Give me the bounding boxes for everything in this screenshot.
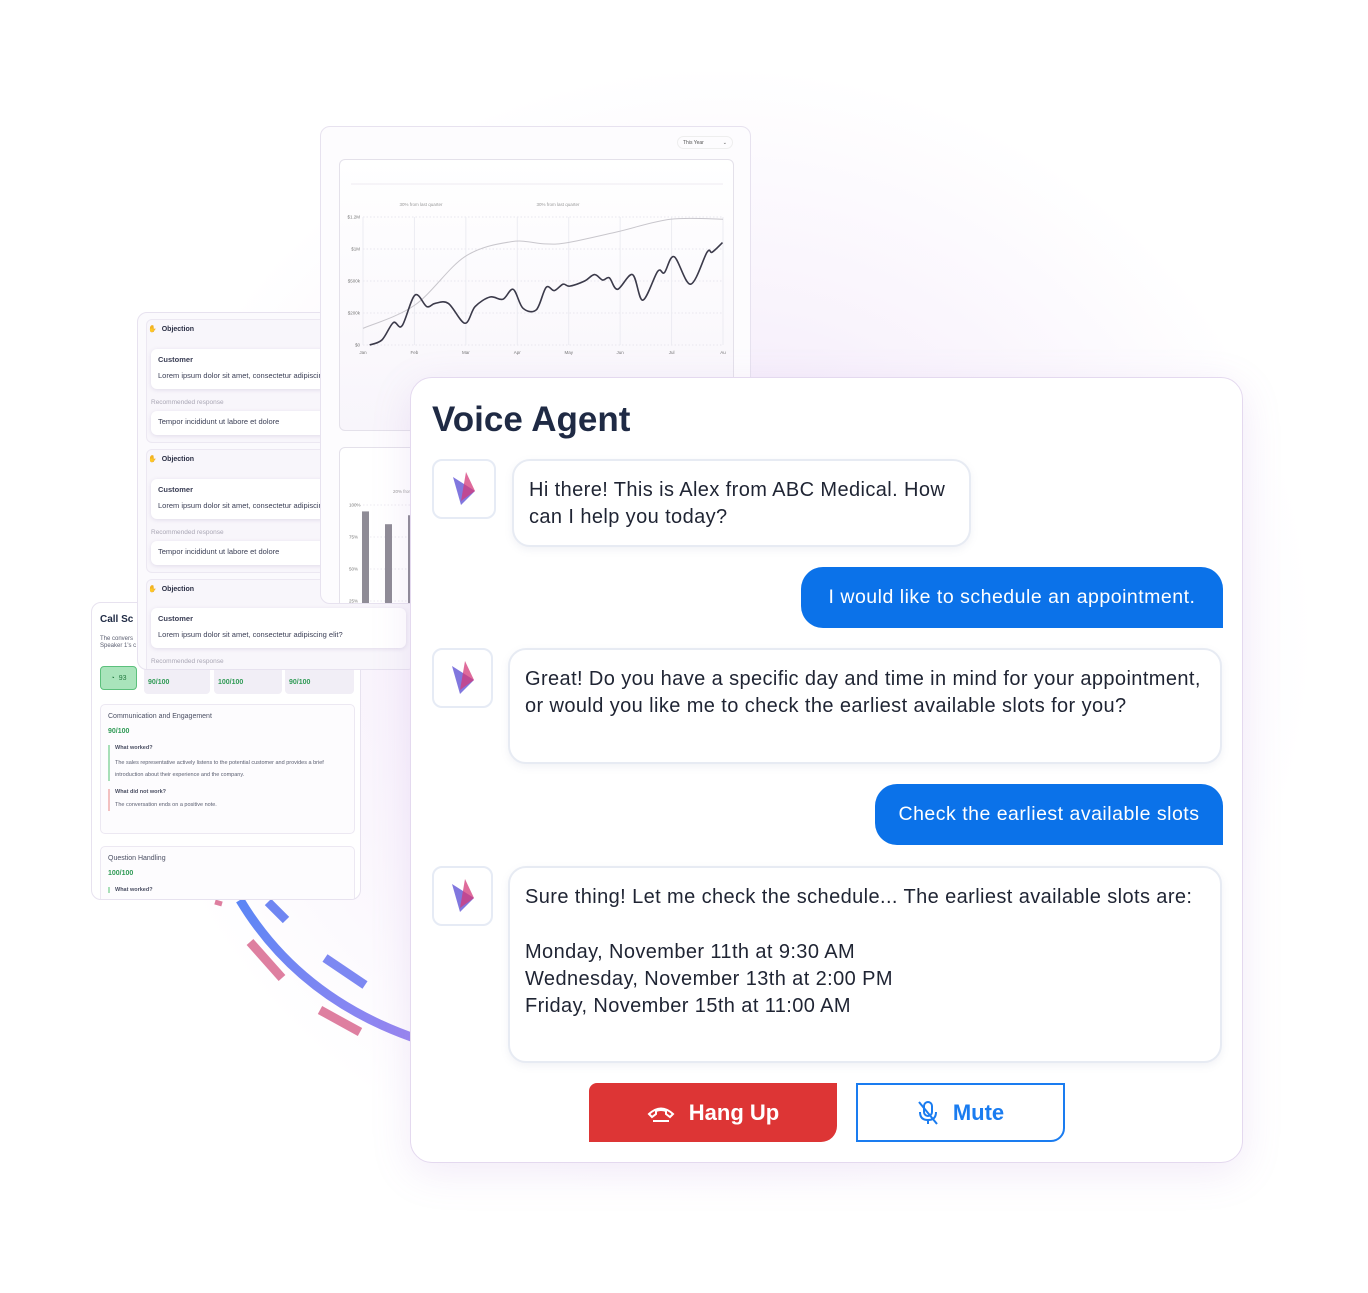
worked-label: What worked? <box>115 887 153 893</box>
section-title: Communication and Engagement <box>108 713 212 720</box>
agent-avatar <box>432 866 493 926</box>
not-worked-text: The conversation ends on a positive note… <box>115 802 217 808</box>
recommended-label: Recommended response <box>151 399 224 406</box>
section-title: Question Handling <box>108 855 166 862</box>
call-score-desc: Speaker 1's c <box>100 643 137 649</box>
overall-score: 93 <box>118 674 127 682</box>
series-line <box>369 242 724 346</box>
call-score-desc: The convers <box>100 636 134 642</box>
arc-dash <box>214 899 223 907</box>
message-text: Sure thing! Let me check the schedule...… <box>525 886 1193 908</box>
y-tick-label: $1.2M <box>347 215 360 220</box>
series-line <box>362 217 724 329</box>
arc-dash <box>322 954 368 989</box>
y-tick-label: 50% <box>349 567 358 572</box>
x-tick-label: Jan <box>359 350 367 355</box>
call-score-title: Call Sc <box>100 614 134 625</box>
objection-header: ✋ Objection <box>148 585 194 594</box>
recommended-label: Recommended response <box>151 529 224 536</box>
agent-logo-icon <box>451 879 474 912</box>
x-tick-label: Mar <box>462 350 470 355</box>
x-tick-label: Au <box>720 350 726 355</box>
hand-icon: ✋ <box>148 456 157 463</box>
agent-avatar <box>432 648 493 708</box>
agent-avatar <box>432 459 496 519</box>
user-message: Check the earliest available slots <box>875 784 1223 845</box>
annotation: 30% from last quarter <box>399 202 443 207</box>
mic-off-icon <box>918 1100 938 1125</box>
phone-hangup-icon <box>647 1107 675 1122</box>
objection-header: ✋ Objection <box>148 325 194 334</box>
voice-agent-title: Voice Agent <box>432 400 631 439</box>
section-communication: Communication and Engagement 90/100 What… <box>100 704 355 834</box>
worked-label: What worked? <box>115 745 153 751</box>
user-message: I would like to schedule an appointment. <box>801 567 1223 628</box>
agent-logo-icon <box>453 472 475 505</box>
x-tick-label: May <box>564 350 573 355</box>
overall-score-chip: ◔ 93 <box>100 666 137 690</box>
gauge-icon: ◔ <box>110 674 115 682</box>
annotation: 30% from last quarter <box>536 202 580 207</box>
slot-option: Friday, November 15th at 11:00 AM <box>525 995 851 1017</box>
hand-icon: ✋ <box>148 326 157 333</box>
x-tick-label: Apr <box>514 350 522 355</box>
not-worked-label: What did not work? <box>115 789 167 795</box>
agent-logo-icon <box>451 661 474 694</box>
hand-icon: ✋ <box>148 586 157 593</box>
agent-message: Hi there! This is Alex from ABC Medical.… <box>512 459 971 547</box>
x-tick-label: Jul <box>669 350 675 355</box>
section-score: 100/100 <box>108 870 134 877</box>
y-tick-label: 25% <box>349 599 358 604</box>
score-box: 100/100 <box>214 666 282 694</box>
section-score: 90/100 <box>108 728 130 735</box>
y-tick-label: 75% <box>349 535 358 540</box>
x-tick-label: Jun <box>617 350 625 355</box>
mute-button[interactable]: Mute <box>856 1083 1065 1142</box>
agent-message: Great! Do you have a specific day and ti… <box>508 648 1222 764</box>
bar <box>385 524 392 603</box>
objection-header: ✋ Objection <box>148 455 194 464</box>
bar <box>362 511 369 603</box>
recommended-label: Recommended response <box>151 658 224 665</box>
y-tick-label: $0 <box>355 343 361 348</box>
customer-card: Customer Lorem ipsum dolor sit amet, cons… <box>151 608 406 648</box>
arc-dash <box>264 898 290 924</box>
agent-message: Sure thing! Let me check the schedule...… <box>508 866 1222 1063</box>
y-tick-label: $200k <box>348 311 361 316</box>
voice-agent-panel: Voice Agent Hi there! This is Alex from … <box>410 377 1243 1163</box>
section-question-handling: Question Handling 100/100 What worked? <box>100 846 355 899</box>
score-box: 90/100 <box>285 666 354 694</box>
worked-text: The sales representative actively listen… <box>115 760 324 778</box>
y-tick-label: $500k <box>348 279 361 284</box>
score-box: 90/100 <box>144 666 210 694</box>
slot-option: Wednesday, November 13th at 2:00 PM <box>525 968 893 990</box>
x-tick-label: Feb <box>411 350 419 355</box>
slot-option: Monday, November 11th at 9:30 AM <box>525 941 856 963</box>
y-tick-label: $1M <box>351 247 360 252</box>
hang-up-button[interactable]: Hang Up <box>589 1083 837 1142</box>
y-tick-label: 100% <box>349 503 361 508</box>
